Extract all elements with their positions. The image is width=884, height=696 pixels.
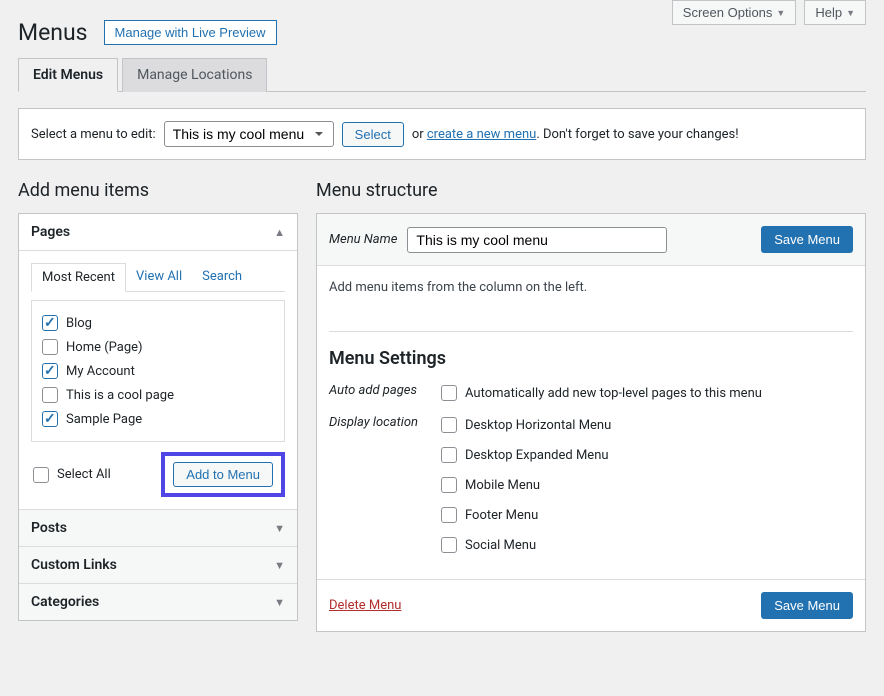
page-checkbox[interactable] [42, 411, 58, 427]
add-menu-items-title: Add menu items [18, 180, 298, 201]
auto-add-label: Auto add pages [329, 381, 427, 398]
delete-menu-link[interactable]: Delete Menu [329, 598, 401, 613]
select-all-checkbox[interactable] [33, 467, 49, 483]
page-item[interactable]: Blog [40, 311, 276, 335]
auto-add-text: Automatically add new top-level pages to… [465, 386, 762, 401]
accordion-posts-header[interactable]: Posts ▼ [19, 510, 297, 547]
display-location-option[interactable]: Footer Menu [439, 503, 613, 527]
sub-tab-view-all[interactable]: View All [126, 263, 192, 291]
display-location-label: Display location [329, 413, 427, 430]
display-location-option[interactable]: Desktop Expanded Menu [439, 443, 613, 467]
select-all-row[interactable]: Select All [31, 463, 113, 487]
chevron-down-icon: ▼ [274, 596, 285, 609]
page-item[interactable]: Sample Page [40, 407, 276, 431]
help-button[interactable]: Help ▼ [804, 0, 866, 25]
select-all-label: Select All [57, 467, 111, 482]
display-location-text: Social Menu [465, 538, 536, 553]
sub-tab-search[interactable]: Search [192, 263, 252, 291]
sub-tab-most-recent[interactable]: Most Recent [31, 263, 126, 292]
accordion-pages-header[interactable]: Pages ▲ [19, 214, 297, 251]
display-location-option[interactable]: Mobile Menu [439, 473, 613, 497]
display-location-checkbox[interactable] [441, 477, 457, 493]
menu-name-input[interactable] [407, 227, 667, 253]
pages-check-list: Blog Home (Page) My Account This is a co… [31, 300, 285, 442]
chevron-down-icon: ▼ [846, 8, 855, 18]
select-menu-or: or create a new menu. Don't forget to sa… [412, 127, 739, 142]
accordion-categories-header[interactable]: Categories ▼ [19, 584, 297, 620]
display-location-checkbox[interactable] [441, 537, 457, 553]
accordion-categories-label: Categories [31, 594, 99, 610]
menu-name-label: Menu Name [329, 232, 397, 247]
display-location-text: Footer Menu [465, 508, 538, 523]
page-item[interactable]: Home (Page) [40, 335, 276, 359]
screen-options-label: Screen Options [683, 5, 773, 20]
accordion-pages-label: Pages [31, 224, 70, 240]
accordion-custom-links-label: Custom Links [31, 557, 117, 573]
accordion-custom-links-header[interactable]: Custom Links ▼ [19, 547, 297, 584]
display-location-checkbox[interactable] [441, 447, 457, 463]
page-label: Sample Page [66, 412, 142, 427]
page-label: Home (Page) [66, 340, 143, 355]
page-checkbox[interactable] [42, 339, 58, 355]
page-item[interactable]: This is a cool page [40, 383, 276, 407]
select-menu-button[interactable]: Select [342, 122, 404, 147]
menu-hint: Add menu items from the column on the le… [329, 280, 853, 295]
page-checkbox[interactable] [42, 315, 58, 331]
page-title: Menus [18, 19, 88, 46]
page-checkbox[interactable] [42, 363, 58, 379]
add-to-menu-button[interactable]: Add to Menu [173, 462, 273, 487]
create-new-menu-link[interactable]: create a new menu [427, 127, 536, 142]
page-item[interactable]: My Account [40, 359, 276, 383]
help-label: Help [815, 5, 842, 20]
auto-add-checkbox[interactable] [441, 385, 457, 401]
accordion-pages-body: Most Recent View All Search Blog Home (P… [19, 251, 297, 510]
page-checkbox[interactable] [42, 387, 58, 403]
chevron-down-icon: ▼ [274, 522, 285, 535]
page-label: My Account [66, 364, 135, 379]
select-menu-bar: Select a menu to edit: This is my cool m… [18, 108, 866, 160]
divider [329, 331, 853, 332]
display-location-text: Desktop Expanded Menu [465, 448, 609, 463]
screen-options-button[interactable]: Screen Options▼ [672, 0, 797, 25]
save-menu-button-top[interactable]: Save Menu [761, 226, 853, 253]
display-location-text: Desktop Horizontal Menu [465, 418, 611, 433]
menu-structure-title: Menu structure [316, 180, 866, 201]
page-label: Blog [66, 316, 92, 331]
auto-add-option[interactable]: Automatically add new top-level pages to… [439, 381, 764, 405]
display-location-option[interactable]: Desktop Horizontal Menu [439, 413, 613, 437]
display-location-option[interactable]: Social Menu [439, 533, 613, 557]
tab-manage-locations[interactable]: Manage Locations [122, 58, 267, 92]
menu-select[interactable]: This is my cool menu [164, 121, 334, 147]
chevron-up-icon: ▲ [274, 226, 285, 239]
live-preview-button[interactable]: Manage with Live Preview [104, 20, 277, 45]
add-to-menu-highlight: Add to Menu [161, 452, 285, 497]
menu-settings-title: Menu Settings [329, 348, 853, 369]
accordion-posts-label: Posts [31, 520, 67, 536]
chevron-down-icon: ▼ [776, 8, 785, 18]
display-location-checkbox[interactable] [441, 507, 457, 523]
page-label: This is a cool page [66, 388, 174, 403]
select-menu-label: Select a menu to edit: [31, 127, 156, 142]
save-menu-button-bottom[interactable]: Save Menu [761, 592, 853, 619]
tab-edit-menus[interactable]: Edit Menus [18, 58, 118, 92]
chevron-down-icon: ▼ [274, 559, 285, 572]
display-location-text: Mobile Menu [465, 478, 540, 493]
display-location-checkbox[interactable] [441, 417, 457, 433]
